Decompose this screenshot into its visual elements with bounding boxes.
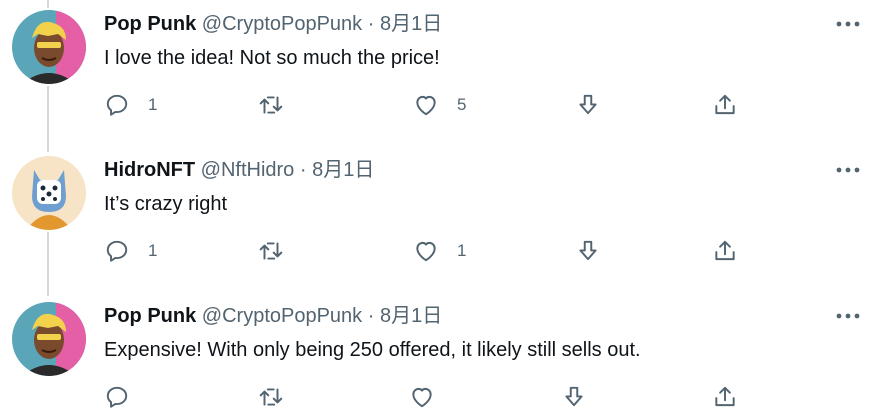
tweet-actions [0, 382, 882, 412]
tweet-date[interactable]: 8月1日 [380, 305, 442, 327]
reply-button[interactable] [104, 382, 148, 412]
user-name[interactable]: Pop Punk [104, 305, 196, 327]
user-name[interactable]: HidroNFT [104, 159, 195, 181]
like-button[interactable] [409, 382, 453, 412]
bookmark-button[interactable] [575, 236, 601, 266]
retweet-button[interactable] [258, 382, 302, 412]
download-arrow-icon [579, 94, 597, 115]
reply-button[interactable]: 1 [104, 90, 157, 120]
download-arrow-icon [579, 240, 597, 261]
like-count: 5 [457, 95, 467, 114]
retweet-icon [259, 96, 283, 114]
more-icon [836, 21, 860, 27]
pop-punk-avatar-icon [12, 302, 86, 376]
tweet-header: Pop Punk @CryptoPopPunk · 8月1日 [104, 10, 442, 38]
share-button[interactable] [712, 236, 738, 266]
avatar[interactable] [12, 302, 86, 376]
tweet-text: It’s crazy right [104, 193, 227, 215]
avatar[interactable] [12, 156, 86, 230]
tweet-date[interactable]: 8月1日 [312, 159, 374, 181]
bookmark-button[interactable] [575, 90, 601, 120]
retweet-button[interactable] [258, 236, 302, 266]
more-icon [836, 313, 860, 319]
reply-icon [106, 94, 128, 116]
reply-button[interactable]: 1 [104, 236, 157, 266]
share-icon [715, 94, 735, 115]
reply-icon [106, 386, 128, 408]
share-button[interactable] [712, 90, 738, 120]
tweet-text: Expensive! With only being 250 offered, … [104, 339, 641, 361]
reply-icon [106, 240, 128, 262]
heart-icon [416, 95, 436, 116]
tweet-text: I love the idea! Not so much the price! [104, 47, 440, 69]
tweet[interactable]: Pop Punk @CryptoPopPunk · 8月1日 I love th… [0, 0, 882, 146]
user-handle[interactable]: @NftHidro [201, 159, 295, 181]
more-options-button[interactable] [833, 14, 863, 34]
share-icon [715, 386, 735, 407]
retweet-icon [259, 242, 283, 260]
reply-count: 1 [148, 95, 158, 114]
hidro-nft-avatar-icon [12, 156, 86, 230]
download-arrow-icon [565, 386, 583, 407]
avatar[interactable] [12, 10, 86, 84]
like-button[interactable]: 1 [413, 236, 466, 266]
tweet-header: Pop Punk @CryptoPopPunk · 8月1日 [104, 302, 442, 330]
more-icon [836, 167, 860, 173]
reply-count: 1 [148, 241, 158, 260]
reply-thread: Pop Punk @CryptoPopPunk · 8月1日 I love th… [0, 0, 882, 420]
more-options-button[interactable] [833, 306, 863, 326]
heart-icon [412, 387, 432, 408]
bookmark-button[interactable] [561, 382, 587, 412]
user-handle[interactable]: @CryptoPopPunk [202, 13, 362, 35]
user-handle[interactable]: @CryptoPopPunk [202, 305, 362, 327]
tweet-actions: 1 1 [0, 236, 882, 266]
more-options-button[interactable] [833, 160, 863, 180]
pop-punk-avatar-icon [12, 10, 86, 84]
separator-dot: · [367, 305, 375, 327]
tweet-actions: 1 5 [0, 90, 882, 120]
share-button[interactable] [712, 382, 738, 412]
heart-icon [416, 241, 436, 262]
tweet[interactable]: Pop Punk @CryptoPopPunk · 8月1日 Expensive… [0, 292, 882, 420]
separator-dot: · [367, 13, 375, 35]
retweet-button[interactable] [258, 90, 302, 120]
tweet-date[interactable]: 8月1日 [380, 13, 442, 35]
like-button[interactable]: 5 [413, 90, 466, 120]
separator-dot: · [299, 159, 307, 181]
user-name[interactable]: Pop Punk [104, 13, 196, 35]
like-count: 1 [457, 241, 467, 260]
tweet-header: HidroNFT @NftHidro · 8月1日 [104, 156, 374, 184]
share-icon [715, 240, 735, 261]
retweet-icon [259, 388, 283, 406]
tweet[interactable]: HidroNFT @NftHidro · 8月1日 It’s crazy rig… [0, 146, 882, 292]
